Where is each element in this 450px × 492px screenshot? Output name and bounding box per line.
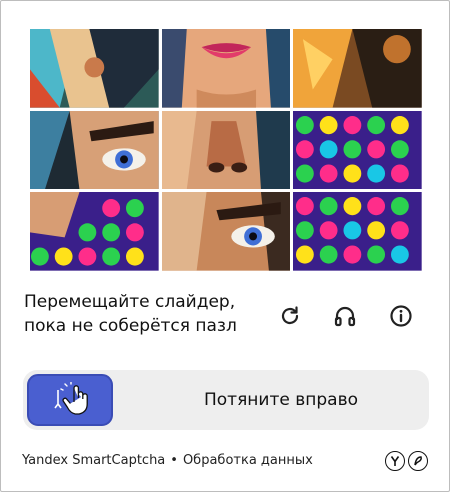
instruction-text: Перемещайте слайдер, пока не соберётся п…	[24, 290, 264, 338]
info-button[interactable]	[386, 301, 416, 331]
puzzle-image	[30, 29, 422, 271]
smartcaptcha-link[interactable]: Yandex SmartCaptcha	[22, 453, 165, 468]
puzzle-tile	[161, 110, 291, 190]
puzzle-tile	[161, 29, 291, 108]
slider-handle[interactable]	[27, 374, 113, 426]
puzzle-tile	[293, 110, 422, 190]
headphones-icon	[334, 306, 356, 327]
captcha-widget: Перемещайте слайдер, пока не соберётся п…	[0, 0, 450, 492]
puzzle-tile	[30, 192, 159, 271]
footer: Yandex SmartCaptcha • Обработка данных	[22, 453, 313, 468]
refresh-button[interactable]	[275, 301, 305, 331]
puzzle-tile	[30, 29, 159, 108]
info-icon	[390, 305, 412, 327]
audio-button[interactable]	[330, 301, 360, 331]
smartcaptcha-logo-icon[interactable]	[408, 451, 428, 471]
slider-label: Потяните вправо	[203, 390, 358, 410]
puzzle-tile	[161, 192, 291, 271]
instruction-line-2: пока не соберётся пазл	[24, 316, 237, 336]
puzzle-tile	[293, 29, 422, 108]
data-processing-link[interactable]: Обработка данных	[183, 453, 313, 468]
hand-pointer-icon	[54, 382, 88, 415]
puzzle-tile	[30, 110, 159, 190]
instruction-line-1: Перемещайте слайдер,	[24, 292, 236, 312]
footer-separator: •	[170, 453, 178, 468]
captcha-slider[interactable]: Потяните вправо	[23, 370, 429, 430]
yandex-logo-icon[interactable]	[385, 451, 405, 471]
refresh-icon	[281, 306, 299, 325]
puzzle-tile	[293, 192, 422, 271]
